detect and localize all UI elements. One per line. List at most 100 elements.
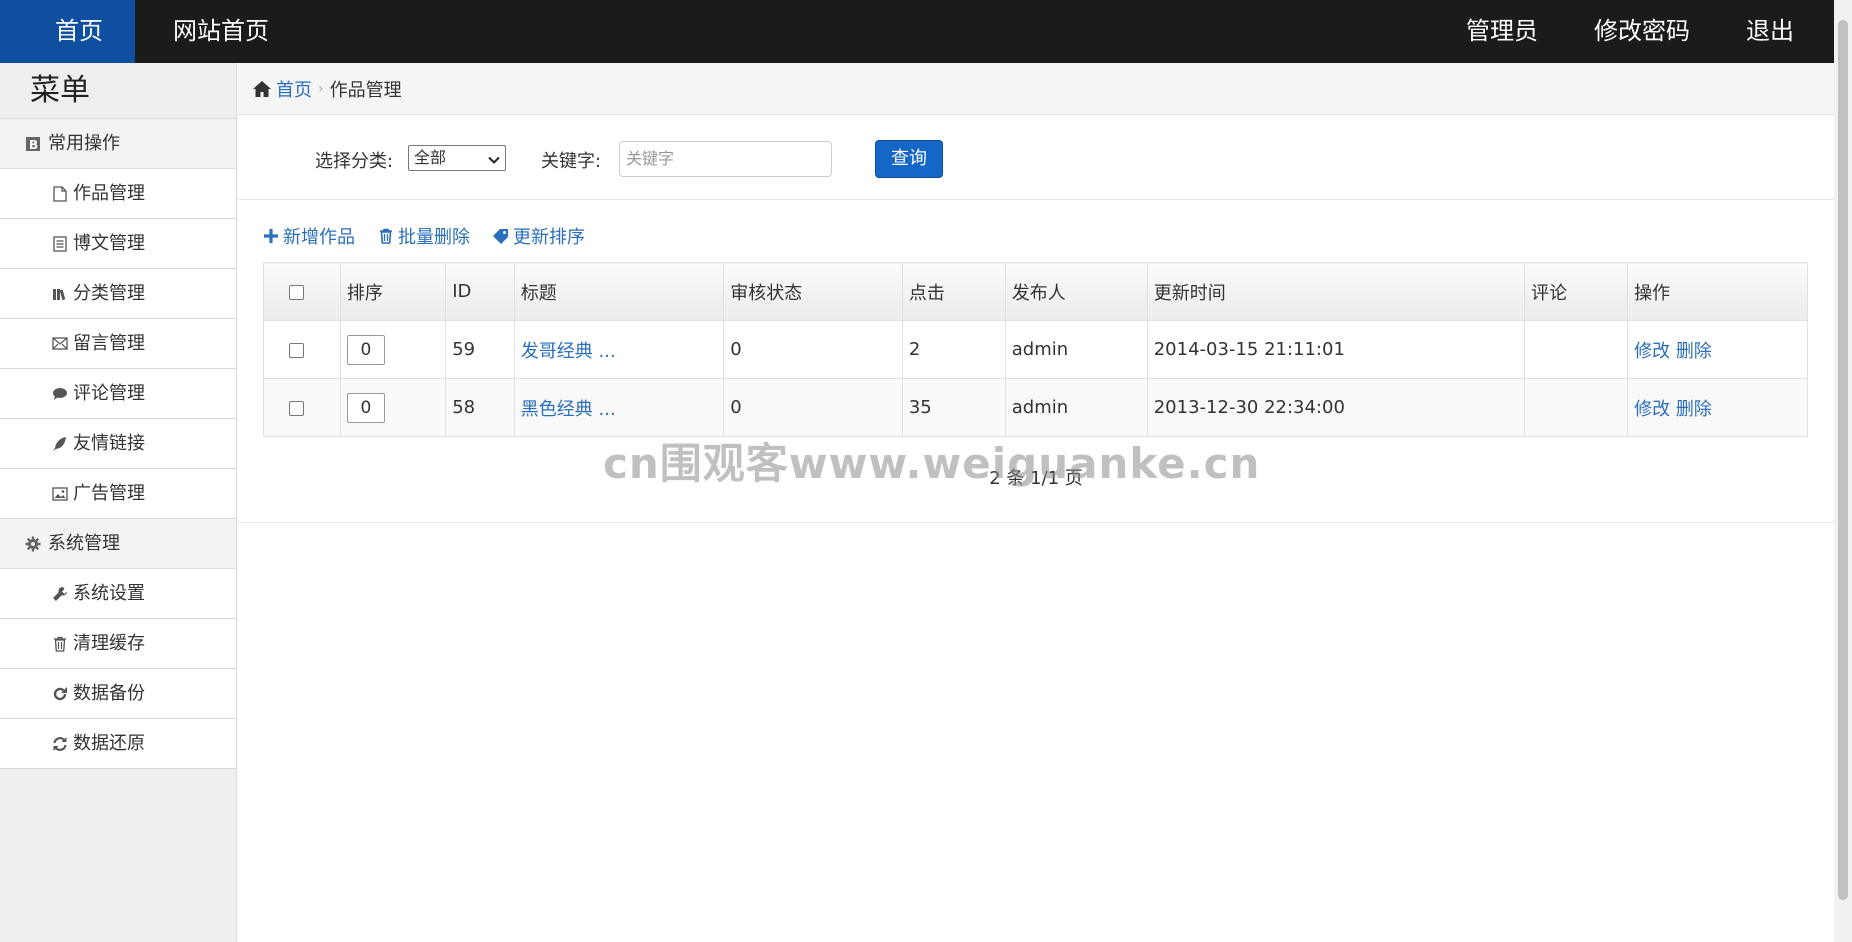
sidebar-item-settings[interactable]: 系统设置 [0, 569, 236, 619]
id-cell: 59 [445, 320, 515, 379]
sidebar-title: 菜单 [0, 63, 236, 119]
row-select-cell [263, 320, 341, 379]
column-header[interactable]: 操作 [1627, 262, 1808, 321]
sidebar-item-label: 友情链接 [73, 432, 145, 454]
actions-cell: 修改 删除 [1627, 378, 1808, 437]
sort-cell: 0 [339, 378, 447, 437]
file-icon [51, 185, 69, 203]
actions-cell: 修改 删除 [1627, 320, 1808, 379]
nav-site-home[interactable]: 网站首页 [135, 0, 307, 63]
batch-delete-button[interactable]: 批量删除 [377, 223, 470, 249]
breadcrumb-current: 作品管理 [329, 79, 402, 101]
sidebar-item-label: 清理缓存 [73, 632, 145, 654]
author-cell: admin [1004, 378, 1148, 437]
chevron-down-icon [487, 150, 501, 164]
sidebar-item-blog[interactable]: 博文管理 [0, 219, 236, 269]
sidebar-group-common[interactable]: B 常用操作 [0, 119, 236, 169]
delete-link[interactable]: 删除 [1676, 341, 1712, 362]
batch-delete-label: 批量删除 [398, 227, 470, 248]
table-row: 0 59 发哥经典 ... 0 2 admin 2014-03-15 21:11… [263, 320, 1808, 379]
trash-icon [377, 227, 395, 245]
sidebar-item-backup[interactable]: 数据备份 [0, 669, 236, 719]
sidebar-item-ads[interactable]: 广告管理 [0, 469, 236, 519]
sort-input[interactable]: 0 [346, 334, 385, 365]
sidebar-item-label: 系统设置 [73, 582, 145, 604]
column-header[interactable]: 更新时间 [1146, 262, 1526, 321]
title-cell: 发哥经典 ... [513, 320, 725, 379]
plus-icon [262, 227, 280, 245]
query-button[interactable]: 查询 [875, 140, 943, 178]
breadcrumb-home-link[interactable]: 首页 [276, 76, 312, 102]
sidebar-group-label: 系统管理 [48, 532, 120, 554]
watermark-text: cn围观客www.weiguanke.cn [603, 439, 1261, 488]
column-header[interactable]: ID [445, 262, 515, 321]
works-table: 排序 ID 标题 审核状态 点击 发布人 更新时间 评论 操作 0 59 发哥经… [263, 262, 1808, 437]
sidebar-item-label: 博文管理 [73, 232, 145, 254]
keyword-input[interactable]: 关键字 [619, 141, 832, 177]
home-icon [252, 80, 272, 98]
table-header-row: 排序 ID 标题 审核状态 点击 发布人 更新时间 评论 操作 [263, 262, 1808, 321]
title-link[interactable]: 发哥经典 ... [521, 341, 616, 362]
list-doc-icon [51, 235, 69, 253]
select-all-cell [263, 262, 341, 321]
edit-link[interactable]: 修改 [1634, 399, 1670, 420]
sidebar-item-restore[interactable]: 数据还原 [0, 719, 236, 769]
books-icon [51, 285, 69, 303]
vertical-scrollbar[interactable] [1834, 0, 1852, 942]
clicks-cell: 2 [901, 320, 1006, 379]
column-header[interactable]: 审核状态 [723, 262, 903, 321]
top-nav-left: 首页 网站首页 [0, 0, 307, 63]
update-sort-button[interactable]: 更新排序 [492, 223, 585, 249]
sort-cell: 0 [339, 320, 447, 379]
nav-change-password[interactable]: 修改密码 [1594, 0, 1690, 63]
nav-home[interactable]: 首页 [0, 0, 135, 63]
search-bar: 选择分类: 全部 关键字: 关键字 查询 [238, 115, 1834, 200]
sidebar-item-message[interactable]: 留言管理 [0, 319, 236, 369]
scrollbar-thumb[interactable] [1838, 20, 1848, 900]
status-cell: 0 [723, 378, 903, 437]
column-header[interactable]: 点击 [901, 262, 1006, 321]
delete-link[interactable]: 删除 [1676, 399, 1712, 420]
column-header[interactable]: 标题 [513, 262, 725, 321]
trash-icon [51, 635, 69, 653]
sort-input[interactable]: 0 [346, 392, 385, 423]
updated-cell: 2013-12-30 22:34:00 [1146, 378, 1526, 437]
nav-admin[interactable]: 管理员 [1466, 0, 1538, 63]
column-header[interactable]: 排序 [339, 262, 447, 321]
sidebar-group-system[interactable]: 系统管理 [0, 519, 236, 569]
category-select[interactable]: 全部 [408, 145, 506, 171]
sidebar-item-label: 评论管理 [73, 382, 145, 404]
sidebar-item-comment[interactable]: 评论管理 [0, 369, 236, 419]
tag-icon [492, 227, 510, 245]
clicks-cell: 35 [901, 378, 1006, 437]
column-header[interactable]: 评论 [1524, 262, 1629, 321]
refresh-icon [51, 685, 69, 703]
add-work-button[interactable]: 新增作品 [262, 223, 355, 249]
sidebar-item-clear-cache[interactable]: 清理缓存 [0, 619, 236, 669]
title-link[interactable]: 黑色经典 ... [521, 399, 616, 420]
add-work-label: 新增作品 [283, 227, 355, 248]
bold-book-icon: B [24, 135, 42, 153]
sidebar: 菜单 B 常用操作 作品管理 博文管理 分类管理 留言管理 评论管理 友情链接 … [0, 63, 237, 942]
nav-logout[interactable]: 退出 [1746, 0, 1794, 63]
sidebar-item-category[interactable]: 分类管理 [0, 269, 236, 319]
sidebar-group-label: 常用操作 [48, 132, 120, 154]
comment-icon [51, 385, 69, 403]
sidebar-item-works[interactable]: 作品管理 [0, 169, 236, 219]
action-toolbar: 新增作品 批量删除 更新排序 [238, 200, 1834, 262]
edit-link[interactable]: 修改 [1634, 341, 1670, 362]
select-all-checkbox[interactable] [289, 284, 304, 300]
id-cell: 58 [445, 378, 515, 437]
breadcrumb: 首页 › 作品管理 [238, 63, 1834, 115]
divider [238, 522, 1834, 523]
column-header[interactable]: 发布人 [1004, 262, 1148, 321]
sidebar-item-label: 分类管理 [73, 282, 145, 304]
row-checkbox[interactable] [289, 342, 304, 358]
top-navbar: 首页 网站首页 管理员 修改密码 退出 [0, 0, 1834, 63]
picture-icon [51, 485, 69, 503]
wrench-icon [51, 585, 69, 603]
envelope-icon [51, 335, 69, 353]
sidebar-item-links[interactable]: 友情链接 [0, 419, 236, 469]
row-checkbox[interactable] [289, 400, 304, 416]
sidebar-item-label: 作品管理 [73, 182, 145, 204]
